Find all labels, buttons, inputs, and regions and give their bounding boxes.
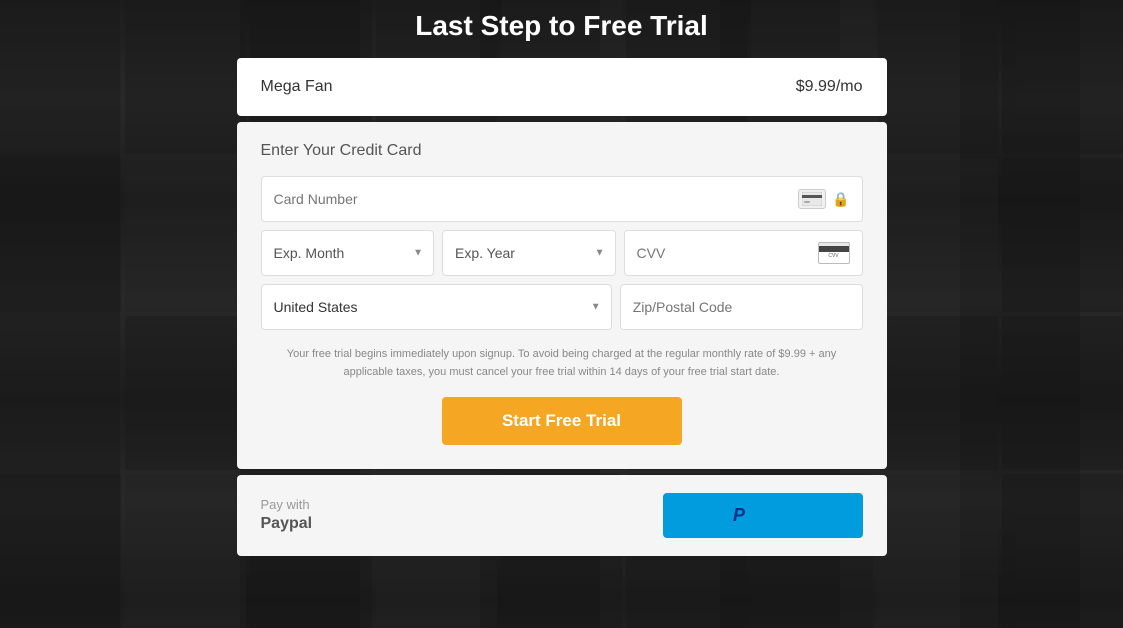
paypal-logo: PayPal bbox=[733, 505, 792, 526]
lock-icon: 🔒 bbox=[832, 191, 849, 208]
cvv-icon: CVV bbox=[818, 242, 850, 264]
plan-card: Mega Fan $9.99/mo bbox=[237, 58, 887, 116]
page-title: Last Step to Free Trial bbox=[415, 10, 708, 42]
plan-price: $9.99/mo bbox=[796, 78, 863, 96]
plan-name: Mega Fan bbox=[261, 78, 333, 96]
zip-input[interactable] bbox=[633, 299, 850, 315]
credit-card-icon bbox=[798, 189, 826, 209]
cvv-input[interactable] bbox=[637, 245, 818, 261]
cvv-wrapper: CVV bbox=[624, 230, 863, 276]
card-icons: 🔒 bbox=[798, 189, 849, 209]
paypal-section: Pay with Paypal PayPal bbox=[237, 475, 887, 556]
credit-card-section-title: Enter Your Credit Card bbox=[261, 142, 863, 160]
country-zip-row: United States Canada United Kingdom Aust… bbox=[261, 284, 863, 330]
exp-month-wrapper: Exp. Month 01 - January 02 - February 03… bbox=[261, 230, 435, 276]
exp-year-wrapper: Exp. Year 2024 2025 2026 2027 2028 2029 … bbox=[442, 230, 616, 276]
start-free-trial-button[interactable]: Start Free Trial bbox=[442, 397, 682, 445]
card-number-wrapper: 🔒 bbox=[261, 176, 863, 222]
exp-year-select[interactable]: Exp. Year 2024 2025 2026 2027 2028 2029 … bbox=[455, 245, 603, 261]
credit-card-section: Enter Your Credit Card 🔒 Exp. Month bbox=[237, 122, 887, 469]
exp-cvv-row: Exp. Month 01 - January 02 - February 03… bbox=[261, 230, 863, 276]
paypal-label: Pay with Paypal bbox=[261, 497, 313, 535]
disclaimer-text: Your free trial begins immediately upon … bbox=[261, 346, 863, 381]
paypal-button[interactable]: PayPal bbox=[663, 493, 863, 538]
card-number-input[interactable] bbox=[274, 191, 799, 207]
main-content: Last Step to Free Trial Mega Fan $9.99/m… bbox=[237, 10, 887, 562]
country-wrapper: United States Canada United Kingdom Aust… bbox=[261, 284, 612, 330]
country-select[interactable]: United States Canada United Kingdom Aust… bbox=[274, 299, 599, 315]
exp-month-select[interactable]: Exp. Month 01 - January 02 - February 03… bbox=[274, 245, 422, 261]
zip-wrapper bbox=[620, 284, 863, 330]
